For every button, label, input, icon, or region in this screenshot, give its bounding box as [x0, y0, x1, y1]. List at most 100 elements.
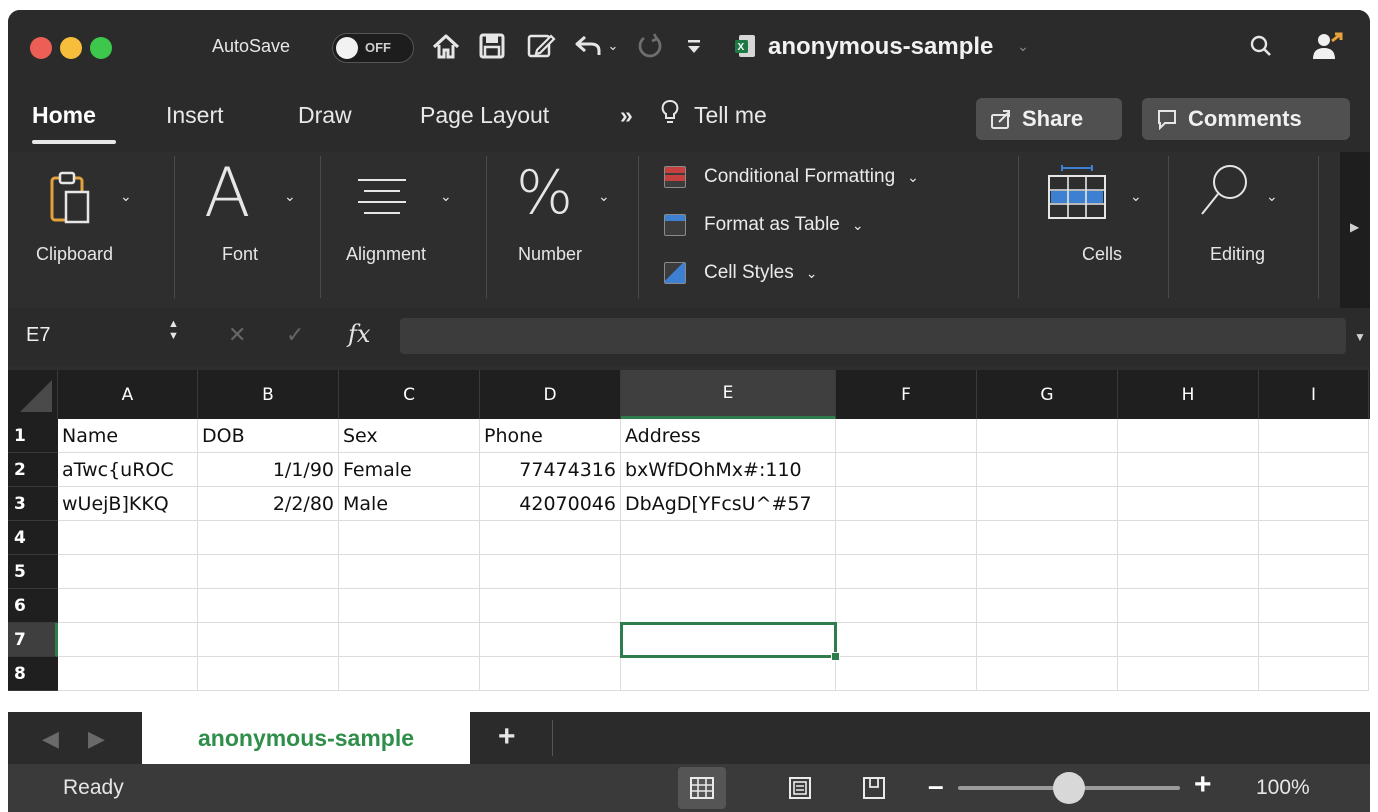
column-header-g[interactable]: G — [977, 370, 1118, 419]
close-window-button[interactable] — [30, 37, 52, 59]
row-header-2[interactable]: 2 — [8, 453, 58, 487]
cell-d2[interactable]: 77474316 — [480, 453, 621, 487]
cell-c2[interactable]: Female — [339, 453, 480, 487]
cell-c5[interactable] — [339, 555, 480, 589]
cell-c8[interactable] — [339, 657, 480, 691]
cancel-formula-icon[interactable]: ✕ — [228, 322, 246, 348]
add-sheet-button[interactable]: + — [498, 720, 516, 754]
clipboard-group[interactable]: ⌄ Clipboard — [8, 152, 172, 308]
cell-f4[interactable] — [836, 521, 977, 555]
conditional-formatting-button[interactable]: Conditional Formatting ⌄ — [664, 166, 919, 188]
home-icon[interactable] — [426, 28, 466, 64]
cell-f6[interactable] — [836, 589, 977, 623]
cell-g7[interactable] — [977, 623, 1118, 657]
column-header-d[interactable]: D — [480, 370, 621, 419]
save-icon[interactable] — [472, 28, 512, 64]
cell-styles-button[interactable]: Cell Styles ⌄ — [664, 262, 817, 284]
select-all-button[interactable] — [8, 370, 58, 419]
row-header-8[interactable]: 8 — [8, 657, 58, 691]
cell-f1[interactable] — [836, 419, 977, 453]
number-group[interactable]: % ⌄ Number — [488, 152, 638, 308]
name-box-stepper-icon[interactable]: ▲ ▼ — [168, 318, 179, 342]
next-sheet-icon[interactable]: ▶ — [88, 726, 105, 752]
more-tabs-icon[interactable]: » — [620, 102, 633, 129]
cell-d8[interactable] — [480, 657, 621, 691]
cell-d4[interactable] — [480, 521, 621, 555]
comments-button[interactable]: Comments — [1142, 98, 1350, 140]
cell-f3[interactable] — [836, 487, 977, 521]
cell-g2[interactable] — [977, 453, 1118, 487]
cell-f2[interactable] — [836, 453, 977, 487]
cell-b2[interactable]: 1/1/90 — [198, 453, 339, 487]
cell-b4[interactable] — [198, 521, 339, 555]
row-header-6[interactable]: 6 — [8, 589, 58, 623]
confirm-formula-icon[interactable]: ✓ — [286, 322, 304, 348]
column-header-b[interactable]: B — [198, 370, 339, 419]
cell-d5[interactable] — [480, 555, 621, 589]
normal-view-button[interactable] — [678, 767, 726, 809]
cell-c6[interactable] — [339, 589, 480, 623]
cells-group[interactable]: ⌄ Cells — [1022, 152, 1166, 308]
share-button[interactable]: Share — [976, 98, 1122, 140]
column-header-e[interactable]: E — [621, 370, 836, 419]
cell-b7[interactable] — [198, 623, 339, 657]
tab-page-layout[interactable]: Page Layout — [420, 102, 549, 129]
zoom-out-button[interactable]: – — [928, 770, 944, 802]
cell-g6[interactable] — [977, 589, 1118, 623]
zoom-slider-handle[interactable] — [1053, 772, 1085, 804]
cell-h4[interactable] — [1118, 521, 1259, 555]
cell-h2[interactable] — [1118, 453, 1259, 487]
zoom-percentage[interactable]: 100% — [1256, 776, 1310, 800]
share-person-icon[interactable] — [1306, 28, 1348, 64]
insert-function-icon[interactable]: fx — [348, 320, 370, 348]
column-header-i[interactable]: I — [1259, 370, 1369, 419]
cell-e3[interactable]: DbAgD[YFcsU^#57 — [621, 487, 836, 521]
cell-i5[interactable] — [1259, 555, 1369, 589]
tab-draw[interactable]: Draw — [298, 102, 352, 129]
cell-d3[interactable]: 42070046 — [480, 487, 621, 521]
cell-e4[interactable] — [621, 521, 836, 555]
worksheet-grid[interactable]: ABCDEFGHI 12345678 Name DOB Sex Phone Addres… — [8, 370, 1370, 712]
cell-c1[interactable]: Sex — [339, 419, 480, 453]
redo-icon[interactable] — [632, 28, 668, 64]
cell-e1[interactable]: Address — [621, 419, 836, 453]
column-header-h[interactable]: H — [1118, 370, 1259, 419]
row-header-5[interactable]: 5 — [8, 555, 58, 589]
cell-a2[interactable]: aTwc{uROC — [58, 453, 198, 487]
cell-b3[interactable]: 2/2/80 — [198, 487, 339, 521]
cell-e2[interactable]: bxWfDOhMx#:110 — [621, 453, 836, 487]
cell-e6[interactable] — [621, 589, 836, 623]
cell-g8[interactable] — [977, 657, 1118, 691]
cell-a7[interactable] — [58, 623, 198, 657]
cell-i7[interactable] — [1259, 623, 1369, 657]
cell-i3[interactable] — [1259, 487, 1369, 521]
font-group[interactable]: A ⌄ Font — [178, 152, 318, 308]
cell-h7[interactable] — [1118, 623, 1259, 657]
cell-a6[interactable] — [58, 589, 198, 623]
cell-i6[interactable] — [1259, 589, 1369, 623]
cell-h1[interactable] — [1118, 419, 1259, 453]
search-icon[interactable] — [1244, 28, 1278, 64]
cell-e5[interactable] — [621, 555, 836, 589]
cell-h3[interactable] — [1118, 487, 1259, 521]
cell-d1[interactable]: Phone — [480, 419, 621, 453]
cell-e8[interactable] — [621, 657, 836, 691]
alignment-group[interactable]: ⌄ Alignment — [322, 152, 484, 308]
previous-sheet-icon[interactable]: ◀ — [42, 726, 59, 752]
autosave-toggle[interactable]: OFF — [332, 33, 414, 63]
cell-g5[interactable] — [977, 555, 1118, 589]
title-dropdown-icon[interactable]: ⌄ — [1012, 28, 1034, 64]
cell-a8[interactable] — [58, 657, 198, 691]
formula-input[interactable] — [400, 318, 1346, 354]
expand-formula-bar-icon[interactable]: ▼ — [1354, 330, 1366, 344]
tab-home[interactable]: Home — [32, 102, 96, 129]
column-header-c[interactable]: C — [339, 370, 480, 419]
cell-h5[interactable] — [1118, 555, 1259, 589]
cell-b5[interactable] — [198, 555, 339, 589]
cell-c4[interactable] — [339, 521, 480, 555]
name-box[interactable]: E7 — [26, 324, 50, 347]
cell-f7[interactable] — [836, 623, 977, 657]
cell-b1[interactable]: DOB — [198, 419, 339, 453]
cell-a3[interactable]: wUejB]KKQ — [58, 487, 198, 521]
page-layout-view-button[interactable] — [776, 767, 824, 809]
